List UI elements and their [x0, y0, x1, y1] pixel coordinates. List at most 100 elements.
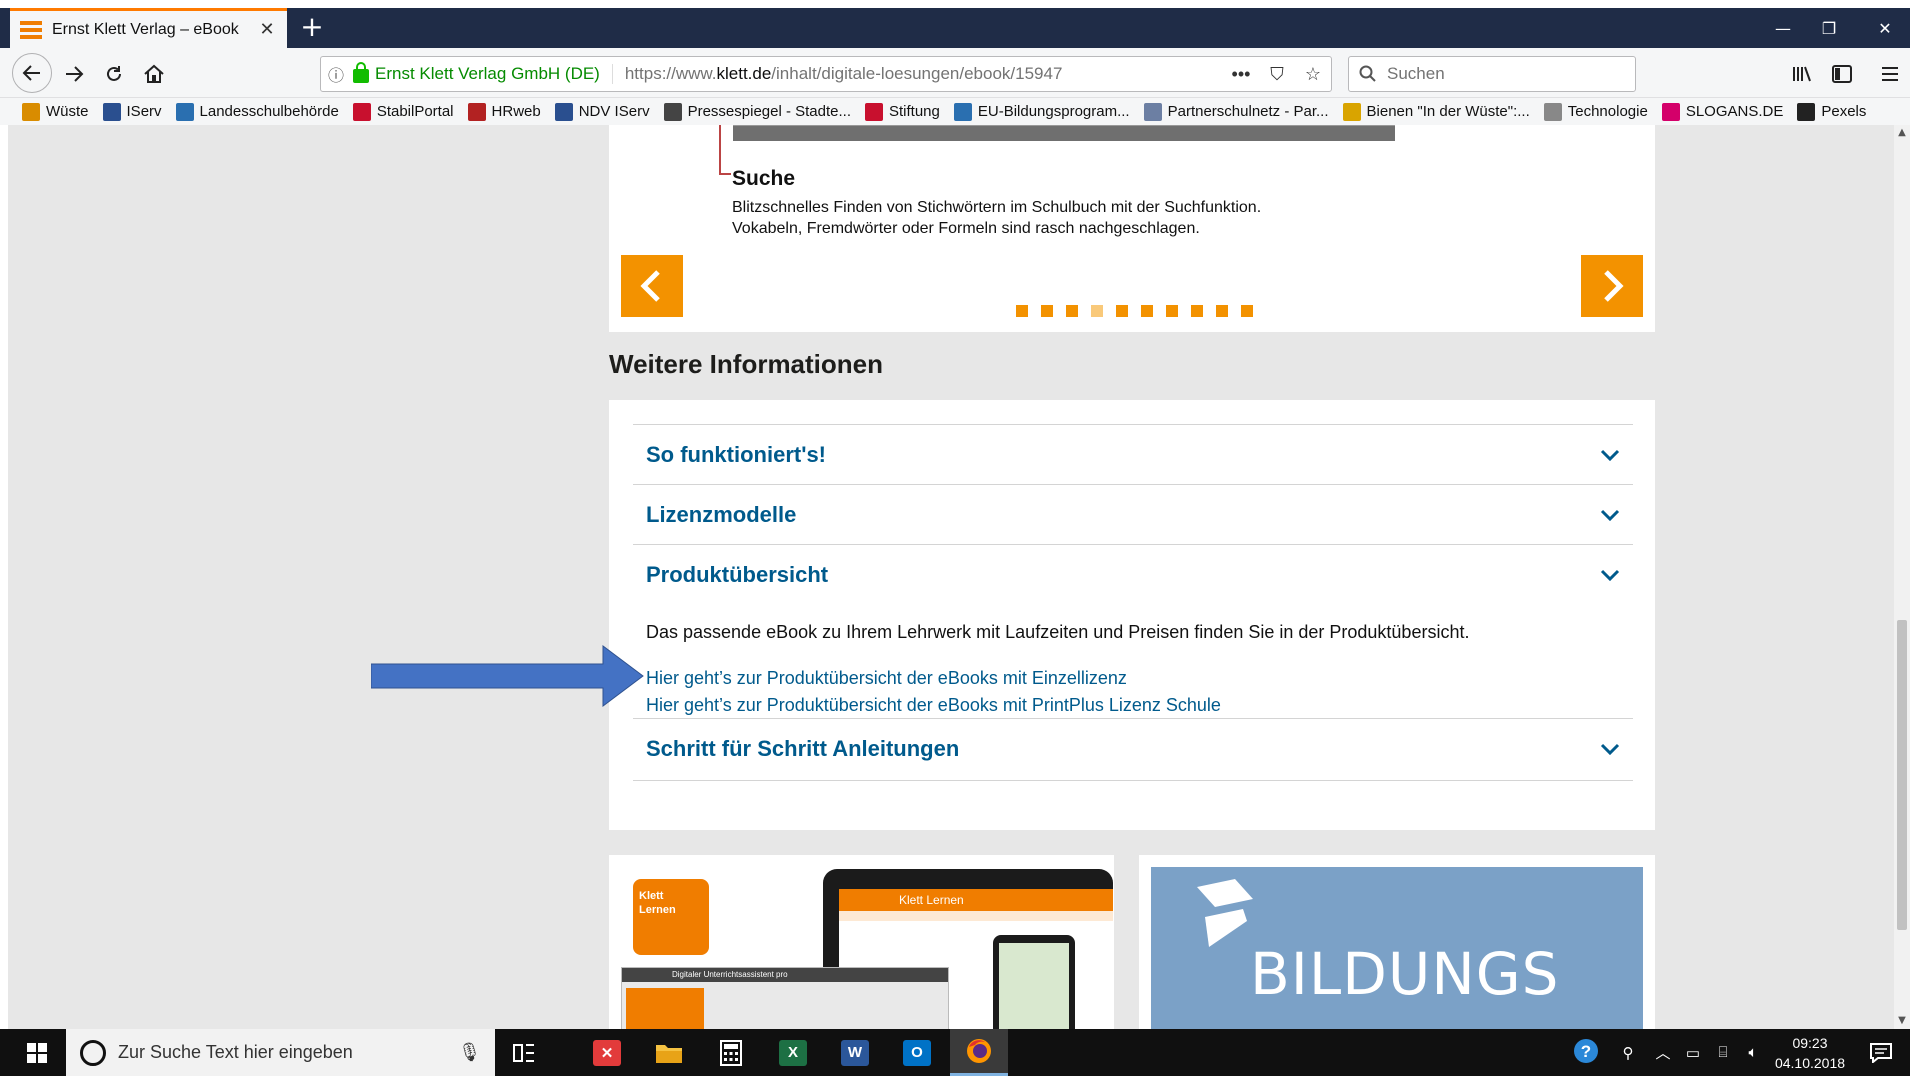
bookmark-item[interactable]: SLOGANS.DE [1661, 102, 1784, 121]
bookmark-item[interactable]: Stiftung [865, 102, 940, 121]
microphone-icon[interactable]: 🎙 [458, 1042, 481, 1063]
sidebar-button[interactable] [1824, 56, 1860, 92]
browser-tab[interactable]: Ernst Klett Verlag – eBook ✕ [10, 8, 287, 48]
taskbar-search-input[interactable]: Zur Suche Text hier eingeben 🎙 [66, 1029, 495, 1076]
bookmarks-toolbar: Wüste IServ Landesschulbehörde StabilPortal… [0, 98, 1910, 125]
bookmark-star-icon[interactable]: ☆ [1295, 64, 1331, 85]
slider-dot[interactable] [1216, 305, 1228, 317]
people-icon[interactable]: ⚲ [1608, 1044, 1648, 1062]
slider-dot[interactable] [1141, 305, 1153, 317]
close-window-button[interactable]: ✕ [1862, 8, 1908, 48]
show-hidden-icons-icon[interactable]: ︿ [1648, 1042, 1678, 1063]
action-center-button[interactable] [1852, 1042, 1910, 1063]
slider-dot[interactable] [1166, 305, 1178, 317]
notification-icon [1870, 1042, 1892, 1063]
volume-icon[interactable]: 🔈︎ [1738, 1044, 1768, 1061]
bookmark-item[interactable]: EU-Bildungsprogram... [953, 102, 1130, 121]
bookmark-item[interactable]: Pressespiegel - Stadte... [663, 102, 851, 121]
outlook-icon: O [903, 1039, 931, 1066]
network-icon[interactable]: ⌸ [1708, 1044, 1738, 1061]
taskbar-app-explorer[interactable] [640, 1029, 698, 1076]
page-scrollbar[interactable]: ▲ ▼ [1894, 125, 1910, 1029]
bookmark-label: Bienen "In der Wüste":... [1366, 103, 1530, 120]
folder-icon [656, 1044, 682, 1063]
slider-dot[interactable] [1066, 305, 1078, 317]
scroll-down-icon[interactable]: ▼ [1894, 1013, 1910, 1029]
accordion-item-anleitungen[interactable]: Schritt für Schritt Anleitungen [633, 718, 1633, 778]
start-button[interactable] [8, 1029, 66, 1076]
taskbar-app-xmind[interactable]: ✕ [578, 1029, 636, 1076]
system-tray: ? ⚲ ︿ ▭ ⌸ 🔈︎ 09:23 04.10.2018 [1564, 1029, 1910, 1076]
battery-icon[interactable]: ▭ [1678, 1044, 1708, 1062]
navigation-toolbar: ⓘ Ernst Klett Verlag GmbH (DE) https://w… [0, 48, 1910, 98]
taskbar-app-word[interactable]: W [826, 1029, 884, 1076]
help-icon[interactable]: ? [1564, 1038, 1608, 1068]
windows-taskbar: Zur Suche Text hier eingeben 🎙 ✕ X W O ?… [0, 1029, 1910, 1076]
tab-close-icon[interactable]: ✕ [257, 19, 277, 40]
bookmark-item[interactable]: Partnerschulnetz - Par... [1143, 102, 1329, 121]
bookmark-item[interactable]: Wüste [22, 102, 89, 121]
bildungs-text: BILDUNGS [1250, 940, 1560, 1008]
back-button[interactable] [12, 53, 52, 93]
url-bar[interactable]: ⓘ Ernst Klett Verlag GmbH (DE) https://w… [320, 56, 1332, 92]
wueste-icon [22, 102, 40, 121]
slider-next-button[interactable] [1581, 255, 1643, 317]
slider-dot[interactable] [1091, 305, 1103, 317]
taskbar-app-firefox[interactable] [950, 1029, 1008, 1076]
slider-dot[interactable] [1016, 305, 1028, 317]
home-button[interactable] [136, 56, 172, 92]
new-tab-button[interactable]: + [295, 12, 329, 46]
url-text[interactable]: https://www.klett.de/inhalt/digitale-loe… [613, 64, 1223, 84]
bookmark-label: SLOGANS.DE [1685, 103, 1784, 120]
library-button[interactable] [1784, 56, 1820, 92]
bookmark-label: Pexels [1821, 103, 1867, 120]
reload-button[interactable] [96, 56, 132, 92]
accordion-item-so-funktionierts[interactable]: So funktioniert's! [633, 424, 1633, 484]
scroll-up-icon[interactable]: ▲ [1894, 125, 1910, 141]
bookmark-label: NDV IServ [578, 103, 650, 120]
link-einzellizenz[interactable]: Hier geht’s zur Produktübersicht der eBo… [646, 668, 1127, 689]
bookmark-item[interactable]: Landesschulbehörde [175, 102, 339, 121]
slider-dot[interactable] [1191, 305, 1203, 317]
accordion-item-lizenzmodelle[interactable]: Lizenzmodelle [633, 484, 1633, 544]
slider-dot[interactable] [1241, 305, 1253, 317]
chevron-left-icon [640, 270, 660, 302]
page-actions-icon[interactable]: ••• [1223, 64, 1259, 85]
restore-button[interactable]: ❐ [1806, 8, 1852, 48]
word-icon: W [841, 1039, 869, 1066]
bookmark-item[interactable]: StabilPortal [352, 102, 454, 121]
menu-button[interactable] [1872, 56, 1908, 92]
bookmark-item[interactable]: Technologie [1543, 102, 1648, 121]
accordion-item-produktuebersicht[interactable]: Produktübersicht [633, 544, 1633, 604]
slider-dot[interactable] [1041, 305, 1053, 317]
site-info-icon[interactable]: ⓘ [321, 62, 351, 86]
bookmark-item[interactable]: HRweb [467, 102, 541, 121]
slider-prev-button[interactable] [621, 255, 683, 317]
minimize-button[interactable]: — [1760, 8, 1806, 48]
teaser-klett-lernen[interactable]: Klett Lernen Klett Lernen Digitaler Unte… [609, 855, 1114, 1029]
taskbar-app-outlook[interactable]: O [888, 1029, 946, 1076]
taskbar-app-excel[interactable]: X [764, 1029, 822, 1076]
taskbar-clock[interactable]: 09:23 04.10.2018 [1768, 1033, 1852, 1073]
url-domain: klett.de [716, 64, 772, 83]
pressespiegel-icon [663, 102, 682, 121]
bookmark-label: EU-Bildungsprogram... [977, 103, 1130, 120]
task-view-button[interactable] [495, 1029, 553, 1076]
scrollbar-thumb[interactable] [1897, 620, 1907, 930]
site-identity-label[interactable]: Ernst Klett Verlag GmbH (DE) [375, 64, 613, 84]
link-printplus-lizenz[interactable]: Hier geht’s zur Produktübersicht der eBo… [646, 695, 1221, 716]
pocket-icon[interactable]: ⛉ [1259, 64, 1295, 85]
bookmark-item[interactable]: IServ [102, 102, 162, 121]
forward-button[interactable] [56, 56, 92, 92]
accordion-label: So funktioniert's! [646, 441, 827, 467]
bookmark-item[interactable]: Pexels [1797, 102, 1867, 121]
tile-line1: Klett [639, 890, 664, 902]
bookmark-item[interactable]: Bienen "In der Wüste":... [1342, 102, 1530, 121]
slider-dot[interactable] [1116, 305, 1128, 317]
teaser-bildungslogin[interactable]: BILDUNGS [1139, 855, 1655, 1029]
bookmark-item[interactable]: NDV IServ [554, 102, 650, 121]
klett-favicon-icon [20, 20, 42, 39]
taskbar-app-calculator[interactable] [702, 1029, 760, 1076]
search-input[interactable]: Suchen [1348, 56, 1636, 92]
secure-lock-icon [353, 62, 369, 83]
